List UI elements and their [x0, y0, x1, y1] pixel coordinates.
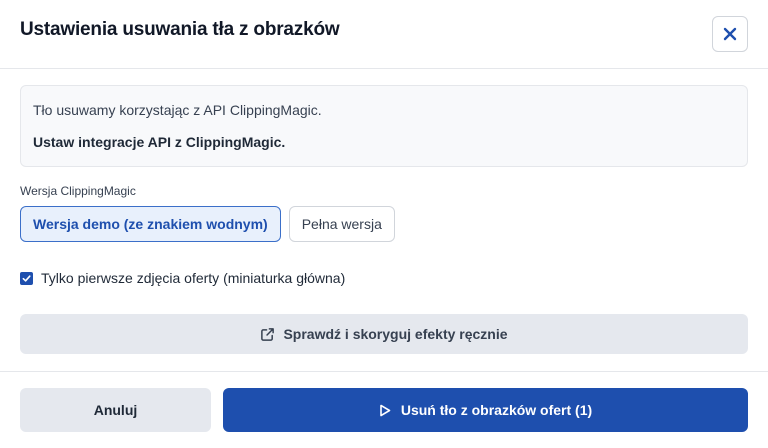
version-label: Wersja ClippingMagic	[20, 184, 136, 198]
first-image-only-checkbox[interactable]	[20, 271, 33, 285]
dialog-header: Ustawienia usuwania tła z obrazków	[0, 0, 768, 69]
review-manually-button[interactable]: Sprawdź i skoryguj efekty ręcznie	[20, 314, 748, 354]
close-icon	[723, 27, 737, 41]
review-manually-label: Sprawdź i skoryguj efekty ręcznie	[283, 326, 508, 342]
first-image-only-label[interactable]: Tylko pierwsze zdjęcia oferty (miniaturk…	[41, 270, 345, 286]
info-integration-text: Ustaw integracje API z ClippingMagic.	[33, 134, 286, 150]
cancel-button[interactable]: Anuluj	[20, 388, 211, 432]
dialog-title: Ustawienia usuwania tła z obrazków	[20, 19, 340, 40]
version-demo-button[interactable]: Wersja demo (ze znakiem wodnym)	[20, 206, 281, 242]
remove-background-label: Usuń tło z obrazków ofert (1)	[400, 402, 593, 418]
checkmark-icon	[22, 274, 31, 282]
background-removal-dialog: Ustawienia usuwania tła z obrazków Tło u…	[0, 0, 768, 448]
external-link-icon	[260, 327, 275, 342]
info-text: Tło usuwamy korzystając z API ClippingMa…	[33, 102, 322, 118]
version-full-button[interactable]: Pełna wersja	[288, 206, 395, 242]
dialog-body: Tło usuwamy korzystając z API ClippingMa…	[0, 69, 768, 354]
close-button[interactable]	[712, 16, 748, 52]
version-selector: Wersja demo (ze znakiem wodnym) Pełna we…	[20, 206, 748, 242]
info-box: Tło usuwamy korzystając z API ClippingMa…	[20, 85, 748, 167]
dialog-footer: Anuluj Usuń tło z obrazków ofert (1)	[0, 371, 768, 448]
remove-background-button[interactable]: Usuń tło z obrazków ofert (1)	[223, 388, 748, 432]
play-icon	[379, 404, 391, 417]
first-image-only-row: Tylko pierwsze zdjęcia oferty (miniaturk…	[20, 270, 748, 286]
